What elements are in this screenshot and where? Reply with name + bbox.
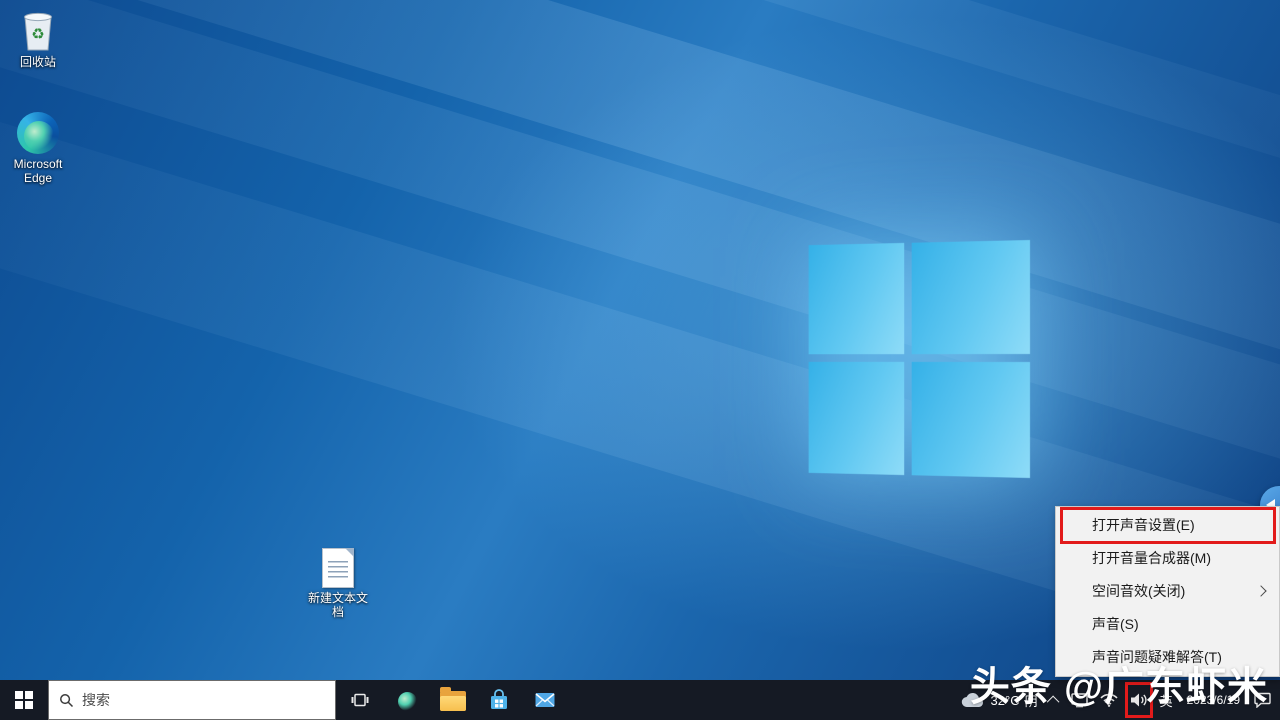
action-center-button[interactable]	[1249, 680, 1276, 720]
wifi-icon	[1100, 693, 1118, 707]
start-button[interactable]	[0, 680, 48, 720]
search-input[interactable]	[82, 692, 325, 708]
edge-icon	[394, 687, 420, 713]
file-explorer-icon	[440, 691, 466, 711]
menu-item-spatial-sound[interactable]: 空间音效(关闭)	[1056, 575, 1279, 608]
taskbar-app-mail[interactable]	[522, 680, 568, 720]
monitor-icon	[1071, 693, 1088, 708]
windows-start-icon	[15, 691, 33, 709]
ime-label: 英	[1160, 691, 1173, 710]
menu-item-open-volume-mixer[interactable]: 打开音量合成器(M)	[1056, 542, 1279, 575]
volume-context-menu: 打开声音设置(E) 打开音量合成器(M) 空间音效(关闭) 声音(S) 声音问题…	[1055, 506, 1280, 677]
desktop-screen: ♻ 回收站 Microsoft Edge 新建文本文档 打开声音设置(E) 打开…	[0, 0, 1280, 720]
recycle-bin-icon: ♻	[18, 8, 58, 52]
hidden-icons-button[interactable]	[1045, 680, 1064, 720]
light-beam	[0, 0, 1280, 317]
desktop-icon-recycle-bin[interactable]: ♻ 回收站	[0, 8, 76, 69]
store-icon	[487, 688, 511, 712]
device-tray-button[interactable]	[1066, 680, 1093, 720]
weather-tray-button[interactable]: 32°C 阴	[955, 680, 1043, 720]
ime-indicator[interactable]: 英	[1155, 680, 1178, 720]
text-document-icon	[322, 548, 354, 588]
system-tray: 32°C 阴	[955, 680, 1280, 720]
taskbar-app-store[interactable]	[476, 680, 522, 720]
desktop-icon-label: 新建文本文档	[306, 591, 370, 619]
menu-item-open-sound-settings[interactable]: 打开声音设置(E)	[1056, 509, 1279, 542]
network-tray-button[interactable]	[1095, 680, 1123, 720]
windows-logo-icon	[809, 240, 1030, 478]
weather-condition: 阴	[1025, 691, 1038, 710]
svg-text:♻: ♻	[31, 26, 44, 43]
speaker-icon	[1130, 692, 1148, 708]
taskbar-search[interactable]	[48, 680, 336, 720]
clock-tray-button[interactable]: 2023/6/19	[1180, 693, 1247, 707]
volume-tray-button[interactable]	[1125, 682, 1153, 718]
cloud-icon	[960, 691, 986, 709]
edge-icon	[17, 112, 59, 154]
desktop-icon-label: 回收站	[20, 55, 56, 69]
taskbar-app-file-explorer[interactable]	[430, 680, 476, 720]
light-beam	[0, 0, 1280, 505]
chevron-right-icon	[1255, 585, 1266, 596]
search-icon	[59, 693, 74, 708]
desktop-icon-edge[interactable]: Microsoft Edge	[0, 112, 76, 185]
taskbar: 32°C 阴	[0, 680, 1280, 720]
mail-icon	[533, 688, 557, 712]
menu-item-troubleshoot-sound[interactable]: 声音问题疑难解答(T)	[1056, 641, 1279, 674]
menu-item-sounds[interactable]: 声音(S)	[1056, 608, 1279, 641]
desktop-icon-label: Microsoft Edge	[6, 157, 70, 185]
weather-temp: 32°C	[991, 693, 1020, 708]
desktop-icon-text-document[interactable]: 新建文本文档	[300, 548, 376, 619]
chevron-up-icon	[1046, 695, 1059, 708]
task-view-icon	[351, 692, 369, 708]
taskbar-app-edge[interactable]	[384, 680, 430, 720]
notification-icon	[1254, 692, 1271, 708]
task-view-button[interactable]	[336, 680, 384, 720]
tray-date: 2023/6/19	[1187, 693, 1240, 707]
